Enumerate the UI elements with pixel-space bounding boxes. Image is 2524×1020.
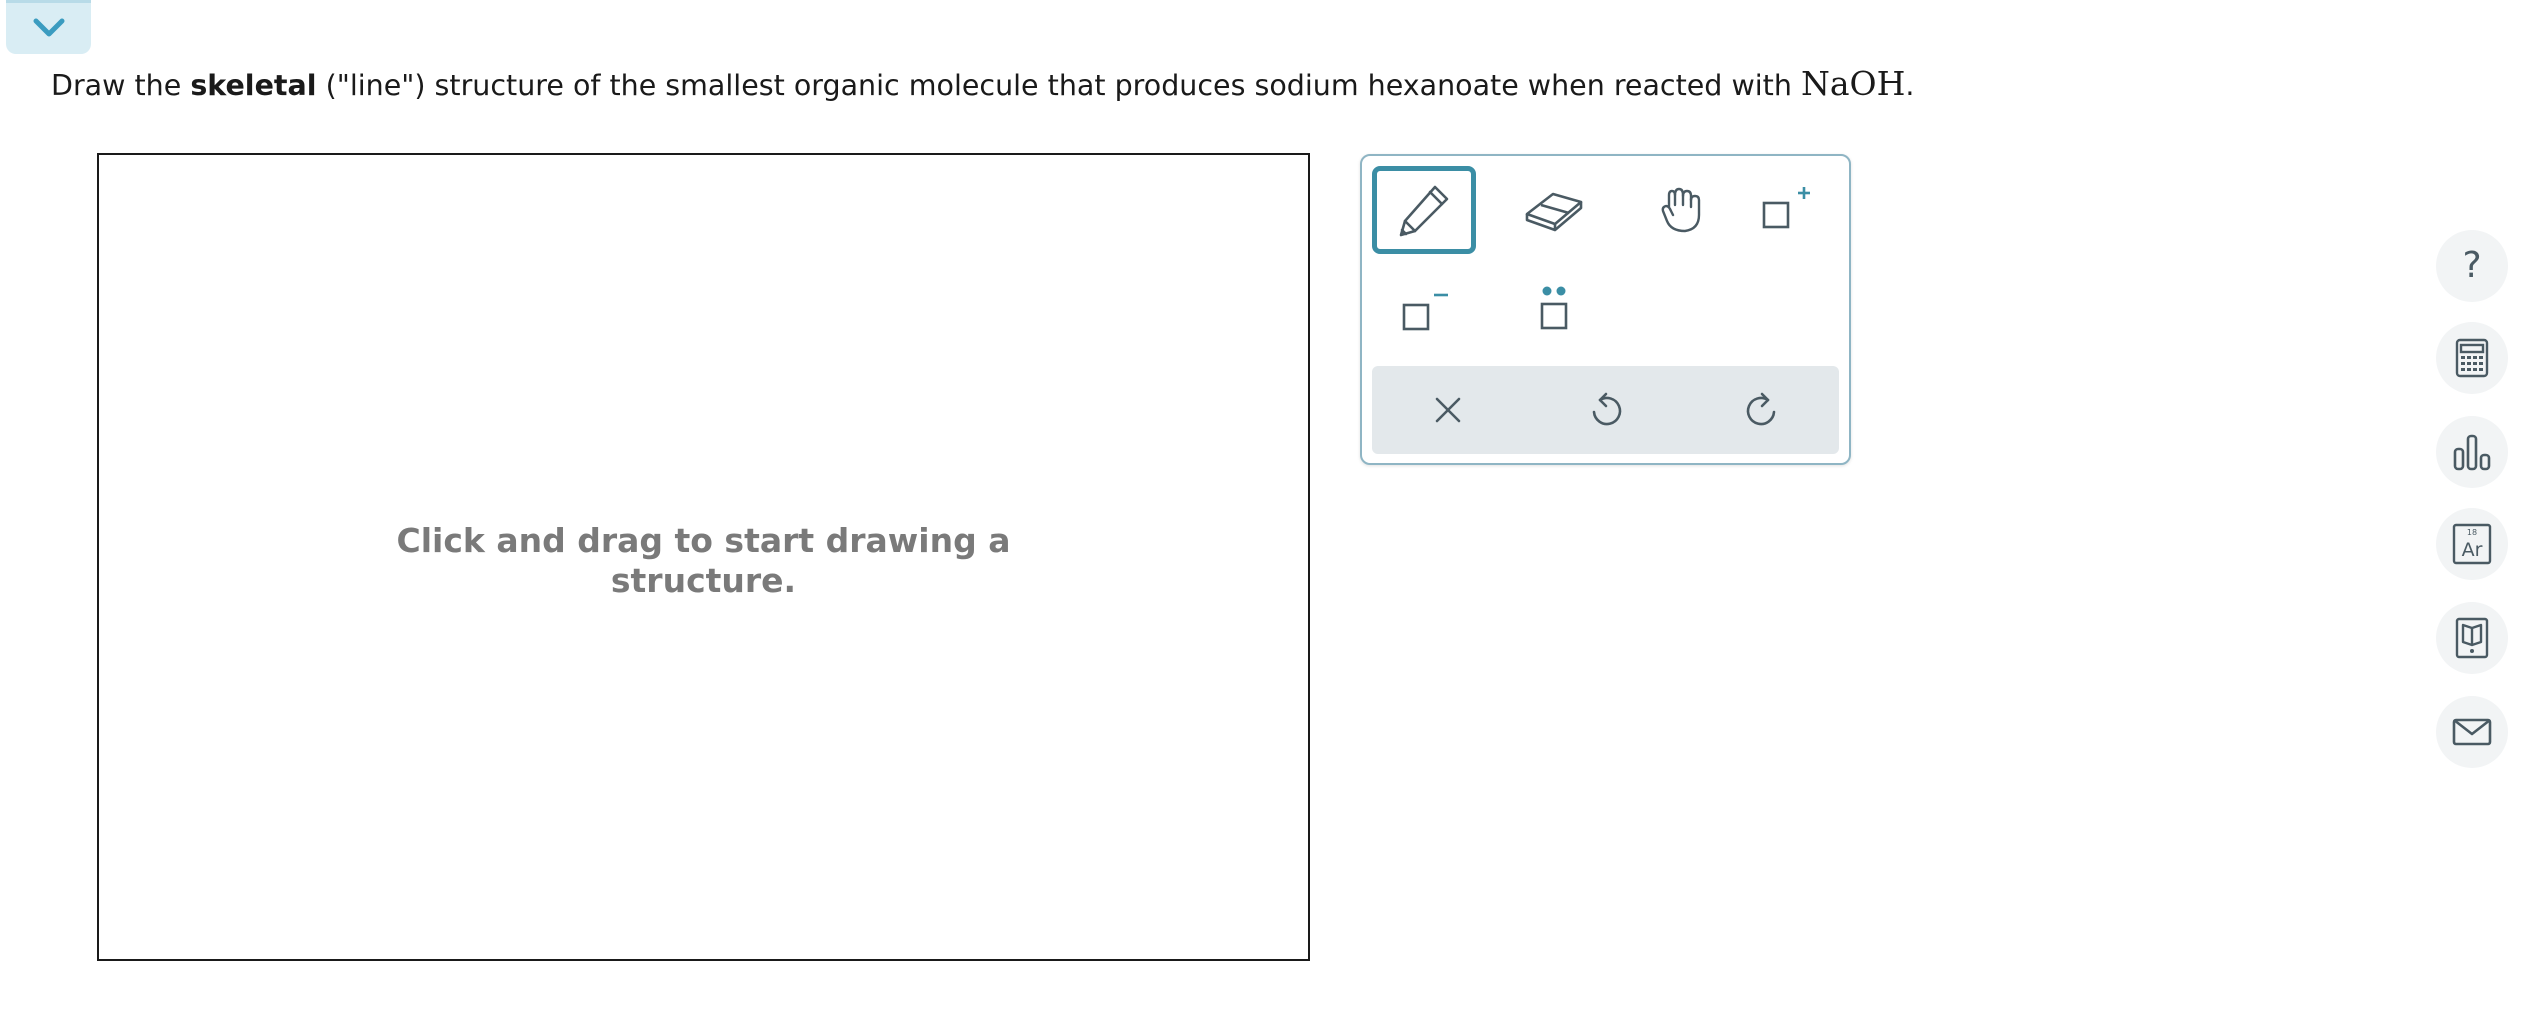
data-chart-button[interactable] [2436, 416, 2508, 488]
collapse-button[interactable] [6, 0, 91, 54]
pencil-tool-button[interactable] [1372, 166, 1476, 254]
negative-charge-icon [1402, 293, 1448, 331]
canvas-hint: Click and drag to start drawing a struct… [99, 521, 1308, 601]
chevron-down-icon [33, 18, 65, 37]
periodic-table-button[interactable]: 18 Ar [2436, 508, 2508, 580]
message-button[interactable] [2436, 696, 2508, 768]
undo-icon [1592, 392, 1622, 426]
reference-book-icon [2455, 617, 2489, 659]
question-text: Draw the skeletal ("line") structure of … [51, 64, 1914, 106]
question-bold-term: skeletal [190, 69, 317, 102]
data-chart-icon [2453, 434, 2491, 471]
negative-charge-tool-button[interactable] [1372, 266, 1476, 354]
help-button[interactable]: ? [2436, 230, 2508, 302]
help-icon: ? [2462, 245, 2482, 286]
redo-icon [1746, 392, 1776, 426]
question-formula: NaOH [1800, 64, 1906, 103]
periodic-table-number: 18 [2467, 528, 2477, 537]
hand-icon [1661, 187, 1701, 233]
positive-charge-icon [1762, 187, 1810, 229]
lone-pair-icon [1540, 286, 1568, 330]
pencil-icon [1399, 185, 1449, 237]
clear-button[interactable] [1396, 366, 1500, 454]
message-icon [2452, 718, 2492, 746]
eraser-tool-button[interactable] [1502, 166, 1606, 254]
action-bar [1372, 366, 1839, 454]
drawing-toolbox [1360, 154, 1851, 465]
hand-tool-button[interactable] [1630, 166, 1734, 254]
periodic-table-icon: 18 Ar [2452, 523, 2492, 565]
undo-button[interactable] [1554, 366, 1658, 454]
clear-icon [1435, 397, 1461, 423]
canvas-hint-line2: structure. [610, 561, 797, 600]
calculator-button[interactable] [2436, 322, 2508, 394]
question-middle: ("line") structure of the smallest organ… [316, 69, 1801, 102]
positive-charge-tool-button[interactable] [1732, 166, 1836, 254]
eraser-icon [1525, 192, 1583, 232]
periodic-table-symbol: Ar [2462, 539, 2483, 561]
drawing-canvas[interactable]: Click and drag to start drawing a struct… [97, 153, 1310, 961]
lone-pair-tool-button[interactable] [1502, 266, 1606, 354]
calculator-icon [2455, 338, 2489, 378]
redo-button[interactable] [1710, 366, 1814, 454]
question-suffix: . [1905, 69, 1915, 102]
canvas-hint-line1: Click and drag to start drawing a [396, 521, 1011, 560]
question-prefix: Draw the [51, 69, 191, 102]
reference-book-button[interactable] [2436, 602, 2508, 674]
